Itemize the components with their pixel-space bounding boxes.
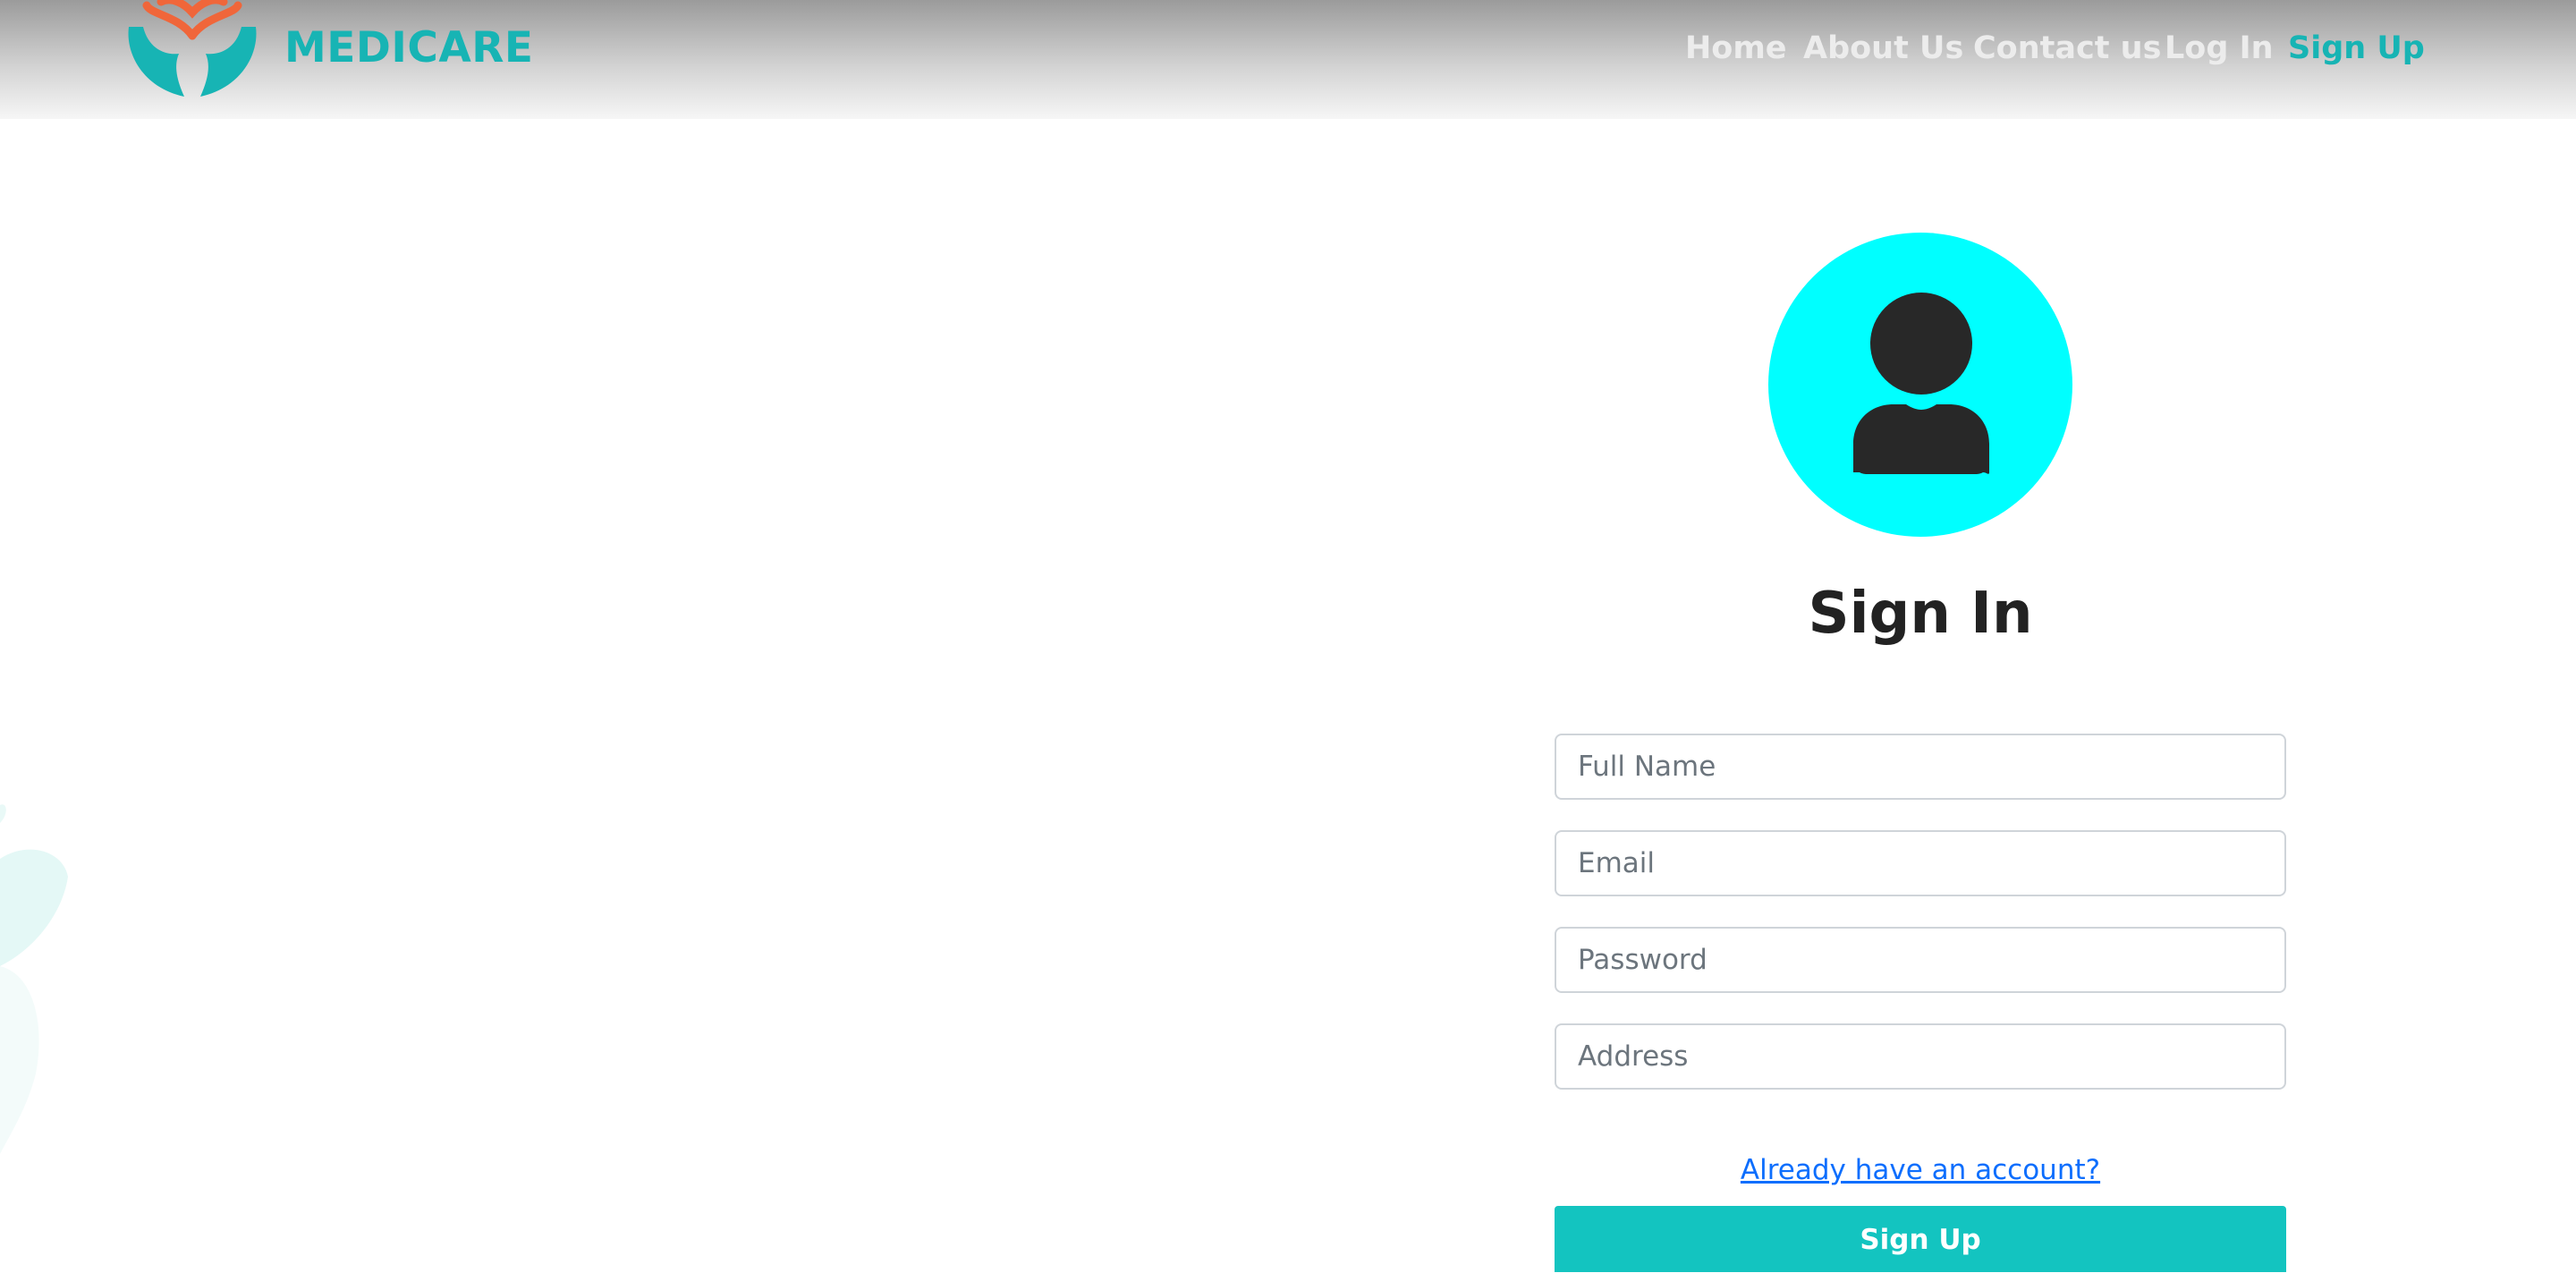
avatar [1768,233,2072,537]
leaf-icon [0,804,68,1154]
nav-home[interactable]: Home [1685,21,1787,75]
nav-sign-up[interactable]: Sign Up [2288,21,2425,75]
page-title: Sign In [1808,581,2033,647]
top-navbar: MEDICARE Home About Us Contact us Log In… [0,0,2576,119]
brand-name: MEDICARE [284,23,534,72]
password-field[interactable] [1555,927,2286,993]
user-icon [1853,293,1989,474]
hands-heart-logo-icon [128,0,257,97]
full-name-field[interactable] [1555,734,2286,800]
email-field[interactable] [1555,830,2286,896]
nav-contact-us[interactable]: Contact us [1973,21,2161,75]
nav-about-us[interactable]: About Us [1803,21,1963,75]
address-field[interactable] [1555,1023,2286,1090]
main-nav: Home About Us Contact us Log In Sign Up [1682,21,2425,75]
already-have-account-link[interactable]: Already have an account? [1555,1150,2286,1190]
nav-log-in[interactable]: Log In [2165,21,2274,75]
brand[interactable]: MEDICARE [125,0,533,98]
sign-up-button[interactable]: Sign Up [1555,1206,2286,1272]
